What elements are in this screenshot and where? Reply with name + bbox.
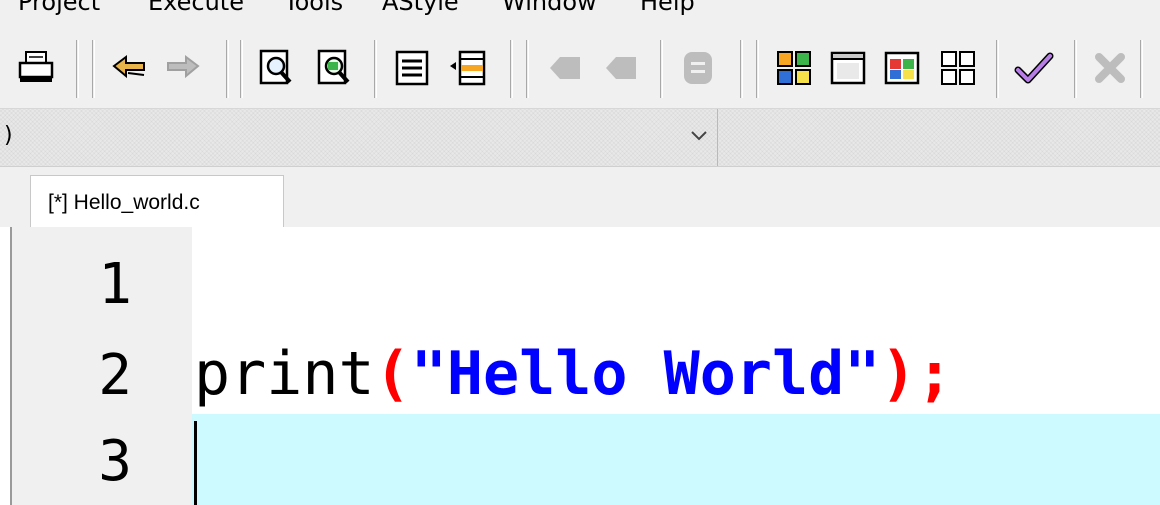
- bookmark-toggle-button[interactable]: [544, 46, 588, 90]
- project-options-button[interactable]: [880, 46, 924, 90]
- bookmark-next-button[interactable]: [600, 46, 644, 90]
- menu-help[interactable]: Help: [640, 0, 695, 16]
- open-project-button[interactable]: [826, 46, 870, 90]
- unindent-button[interactable]: [446, 46, 490, 90]
- toolbar-separator: [374, 40, 377, 98]
- bookmark-next-icon: [606, 57, 636, 79]
- code-string: "Hello World": [410, 339, 881, 409]
- editor-tab-bar: [*] Hello_world.c: [0, 167, 1160, 227]
- menu-execute[interactable]: Execute: [148, 0, 244, 16]
- toolbar-separator: [1074, 40, 1077, 98]
- code-close-paren: ): [880, 339, 917, 409]
- toolbar-separator: [660, 40, 663, 98]
- chevron-down-icon[interactable]: [690, 130, 708, 142]
- bookmark-toggle-icon: [550, 57, 580, 79]
- toolbar-separator: [76, 40, 79, 98]
- line-number: 1: [98, 252, 132, 317]
- indent-icon: [395, 50, 429, 86]
- find-button[interactable]: [256, 46, 300, 90]
- replace-button[interactable]: [314, 46, 358, 90]
- undo-button[interactable]: [108, 46, 152, 90]
- undo-icon: [112, 55, 145, 79]
- line-number: 3: [98, 429, 132, 494]
- unindent-icon: [450, 50, 486, 86]
- close-icon: [1095, 53, 1125, 83]
- replace-icon: [317, 49, 350, 85]
- check-syntax-button[interactable]: [1012, 46, 1056, 90]
- code-semicolon: ;: [916, 339, 953, 409]
- print-button[interactable]: [14, 46, 58, 90]
- new-project-button[interactable]: [772, 46, 816, 90]
- class-browser-button[interactable]: [936, 46, 980, 90]
- tab-label: [*] Hello_world.c: [48, 191, 200, 214]
- menu-window[interactable]: Window: [502, 0, 597, 16]
- goto-line-icon: [684, 52, 712, 84]
- current-line-highlight: [192, 414, 1160, 505]
- new-project-icon: [777, 51, 811, 85]
- menu-astyle[interactable]: AStyle: [382, 0, 459, 16]
- indent-button[interactable]: [390, 46, 434, 90]
- toolbar-separator: [226, 40, 229, 98]
- code-line[interactable]: print("Hello World");: [194, 334, 953, 414]
- toolbar-separator: [996, 40, 999, 98]
- toolbar-separator: [756, 40, 759, 98]
- open-project-icon: [830, 51, 866, 85]
- menu-tools[interactable]: Tools: [284, 0, 343, 16]
- menu-bar: Project Execute Tools AStyle Window Help: [0, 0, 1160, 30]
- toolbar-separator: [240, 40, 243, 98]
- tab-hello-world[interactable]: [*] Hello_world.c: [30, 175, 284, 227]
- toolbar-separator: [526, 40, 529, 98]
- toolbar-separator: [510, 40, 513, 98]
- toolbar-separator: [740, 40, 743, 98]
- code-identifier: print: [194, 339, 375, 409]
- toolbar-separator: [92, 40, 95, 98]
- print-icon: [18, 51, 54, 82]
- class-browser-icon: [941, 51, 975, 85]
- text-caret: [194, 421, 197, 505]
- find-icon: [259, 49, 292, 85]
- close-button[interactable]: [1088, 46, 1132, 90]
- goto-line-button[interactable]: [676, 46, 720, 90]
- redo-button[interactable]: [160, 46, 204, 90]
- project-options-icon: [884, 51, 920, 85]
- line-number: 2: [98, 343, 132, 408]
- code-open-paren: (: [374, 339, 411, 409]
- menu-project[interactable]: Project: [18, 0, 100, 16]
- function-combo-value: ): [4, 123, 13, 148]
- check-syntax-icon: [1014, 52, 1054, 84]
- redo-icon: [167, 55, 200, 79]
- function-combo[interactable]: ): [0, 109, 718, 166]
- code-editor[interactable]: 1 2 3 print("Hello World");: [0, 227, 1160, 505]
- function-combo-strip: ): [0, 109, 1160, 167]
- toolbar-separator: [1140, 40, 1143, 98]
- toolbar: [0, 30, 1160, 109]
